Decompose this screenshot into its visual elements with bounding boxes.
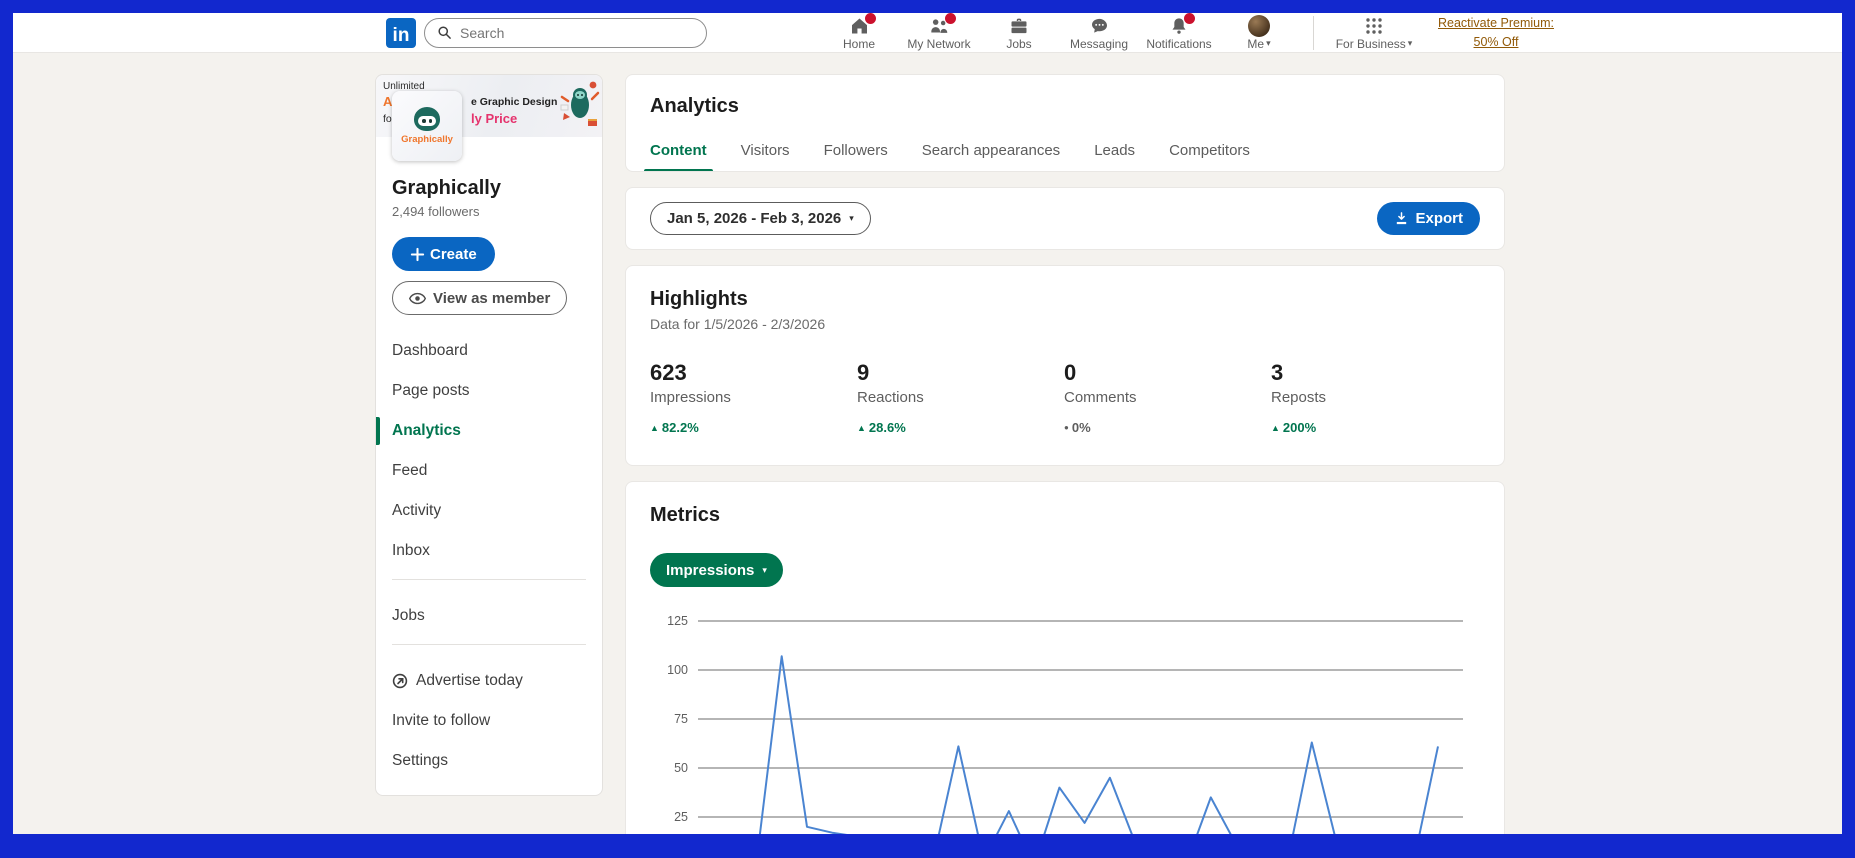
sidebar-item-dashboard[interactable]: Dashboard — [376, 331, 602, 371]
banner-mascot-illustration — [560, 81, 600, 126]
eye-icon — [409, 292, 426, 304]
stat-reactions: 9 Reactions ▲ 28.6% — [857, 360, 924, 435]
grid-icon — [1365, 16, 1383, 36]
highlights-stats: 623 Impressions ▲ 82.2% 9 Reactions ▲ 28.6… — [650, 360, 1480, 435]
analytics-tabs: Content Visitors Followers Search appear… — [644, 134, 1480, 171]
analytics-main: Analytics Content Visitors Followers Sea… — [625, 74, 1505, 834]
reactivate-premium-link[interactable]: Reactivate Premium: 50% Off — [1430, 14, 1562, 50]
metric-selector-dropdown[interactable]: Impressions ▾ — [650, 553, 783, 587]
followers-count: 2,494 followers — [392, 204, 480, 219]
messaging-icon — [1089, 16, 1110, 36]
home-icon — [849, 13, 877, 36]
chevron-down-icon: ▾ — [1407, 38, 1413, 48]
export-button[interactable]: Export — [1377, 202, 1480, 235]
search-icon — [438, 26, 451, 39]
me-avatar — [1248, 14, 1270, 37]
trend-flat-icon: ● — [1064, 423, 1069, 432]
trend-up-icon: ▲ — [1271, 422, 1280, 433]
nav-items: Home My Network Jobs Messaging Notificat… — [819, 13, 1299, 51]
sidebar-item-settings[interactable]: Settings — [376, 741, 602, 781]
sidebar-item-inbox[interactable]: Inbox — [376, 531, 602, 571]
trend-up-icon: ▲ — [857, 422, 866, 433]
filter-card: Jan 5, 2026 - Feb 3, 2026 ▾ Export — [625, 187, 1505, 250]
analytics-page-title: Analytics — [650, 95, 739, 117]
chevron-down-icon: ▾ — [762, 564, 767, 575]
sidebar-item-analytics[interactable]: Analytics — [376, 411, 602, 451]
metrics-title: Metrics — [650, 504, 721, 526]
impressions-chart: 125 100 75 50 25 — [650, 611, 1480, 834]
create-button[interactable]: Create — [392, 237, 495, 271]
svg-text:75: 75 — [674, 712, 688, 726]
tab-content[interactable]: Content — [644, 134, 713, 171]
nav-home[interactable]: Home — [819, 13, 899, 51]
tab-visitors[interactable]: Visitors — [741, 134, 790, 171]
nav-me[interactable]: Me ▾ — [1219, 14, 1299, 51]
download-icon — [1397, 212, 1407, 225]
sidebar-item-jobs[interactable]: Jobs — [376, 596, 602, 636]
svg-text:125: 125 — [667, 614, 688, 628]
top-navigation: in Home — [13, 13, 1842, 53]
nav-jobs[interactable]: Jobs — [979, 15, 1059, 51]
graphically-owl-icon — [414, 107, 440, 131]
nav-for-business[interactable]: For Business ▾ — [1328, 15, 1420, 51]
search-input[interactable] — [460, 24, 694, 41]
my-network-icon — [928, 13, 957, 36]
stat-comments: 0 Comments ● 0% — [1064, 360, 1137, 435]
notifications-icon — [1169, 13, 1196, 36]
highlights-subtitle: Data for 1/5/2026 - 2/3/2026 — [650, 316, 826, 332]
page-title: Graphically — [392, 177, 501, 199]
divider — [392, 579, 586, 580]
svg-text:100: 100 — [667, 663, 688, 677]
jobs-icon — [1009, 16, 1029, 36]
notifications-badge — [1183, 13, 1196, 25]
sidebar-item-invite-to-follow[interactable]: Invite to follow — [376, 701, 602, 741]
divider — [392, 644, 586, 645]
linkedin-logo[interactable]: in — [386, 17, 416, 48]
nav-divider — [1313, 15, 1314, 50]
nav-messaging[interactable]: Messaging — [1059, 15, 1139, 51]
date-range-dropdown[interactable]: Jan 5, 2026 - Feb 3, 2026 ▾ — [650, 202, 871, 235]
tab-followers[interactable]: Followers — [824, 134, 888, 171]
my-network-badge — [944, 13, 957, 25]
page-logo[interactable]: Graphically — [392, 91, 462, 161]
advertise-icon — [392, 673, 408, 689]
screenshot-frame: in Home — [0, 0, 1855, 858]
chevron-down-icon: ▾ — [849, 213, 854, 223]
sidebar-menu: Dashboard Page posts Analytics Feed Acti… — [376, 331, 602, 571]
highlights-card: Highlights Data for 1/5/2026 - 2/3/2026 … — [625, 265, 1505, 466]
metrics-card: Metrics Impressions ▾ 125 100 75 50 25 — [625, 481, 1505, 834]
svg-text:50: 50 — [674, 761, 688, 775]
tab-search-appearances[interactable]: Search appearances — [922, 134, 1060, 171]
sidebar-item-page-posts[interactable]: Page posts — [376, 371, 602, 411]
page-sidebar: Unlimited Ag e Graphic Design for ly Pri… — [375, 74, 603, 796]
search-bar[interactable] — [424, 17, 707, 48]
tab-leads[interactable]: Leads — [1094, 134, 1135, 171]
stat-impressions: 623 Impressions ▲ 82.2% — [650, 360, 731, 435]
highlights-title: Highlights — [650, 288, 748, 310]
svg-text:25: 25 — [674, 810, 688, 824]
sidebar-item-activity[interactable]: Activity — [376, 491, 602, 531]
trend-up-icon: ▲ — [650, 422, 659, 433]
sidebar-item-feed[interactable]: Feed — [376, 451, 602, 491]
stat-reposts: 3 Reposts ▲ 200% — [1271, 360, 1327, 435]
chevron-down-icon: ▾ — [1266, 38, 1271, 48]
plus-icon — [410, 247, 425, 261]
view-as-member-button[interactable]: View as member — [392, 281, 568, 315]
analytics-header-card: Analytics Content Visitors Followers Sea… — [625, 74, 1505, 172]
sidebar-item-advertise-today[interactable]: Advertise today — [376, 661, 602, 701]
nav-notifications[interactable]: Notifications — [1139, 13, 1219, 51]
home-badge — [863, 13, 877, 25]
tab-competitors[interactable]: Competitors — [1169, 134, 1250, 171]
nav-my-network[interactable]: My Network — [899, 13, 979, 51]
sidebar-footer-menu: Advertise today Invite to follow Setting… — [376, 661, 602, 781]
